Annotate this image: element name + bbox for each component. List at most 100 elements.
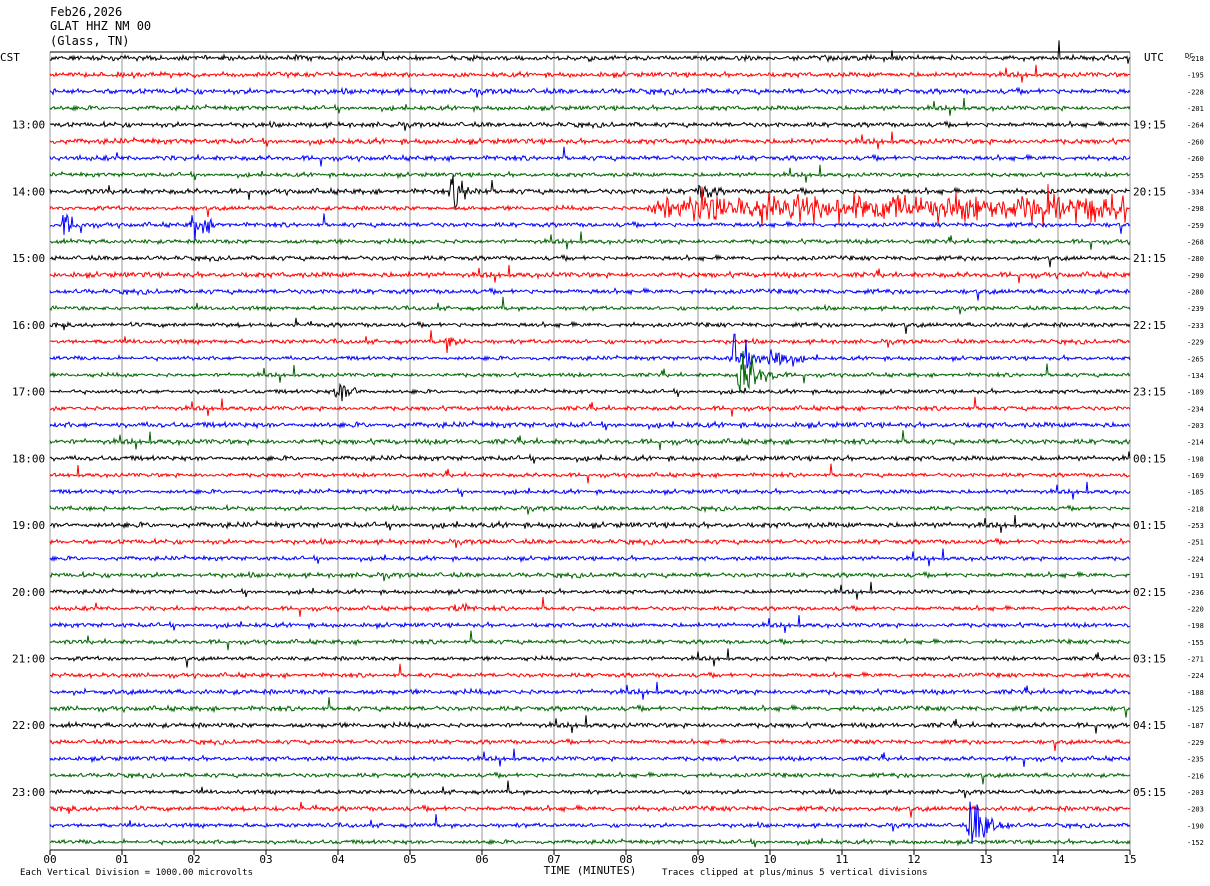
left-time-label: 22:00	[12, 719, 45, 732]
right-time-label: 21:15	[1133, 252, 1166, 265]
x-tick-label: 03	[259, 853, 272, 866]
x-tick-label: 12	[907, 853, 920, 866]
trace-row-36	[49, 648, 1131, 668]
right-time-label: 20:15	[1133, 185, 1166, 198]
dc-offset-label: -134	[1187, 372, 1204, 380]
trace-row-33	[49, 597, 1131, 617]
dc-offset-label: -203	[1187, 789, 1204, 797]
utc-axis-title: UTC	[1144, 51, 1164, 64]
x-tick-label: 11	[835, 853, 848, 866]
x-tick-label: 00	[43, 853, 56, 866]
trace-row-43	[49, 771, 1131, 785]
dc-offset-label: -191	[1187, 572, 1204, 580]
dc-offset-label: -260	[1187, 155, 1204, 163]
dc-offset-label: -280	[1187, 289, 1204, 297]
trace-row-27	[49, 503, 1130, 515]
trace-row-45	[49, 801, 1131, 818]
x-tick-label: 02	[187, 853, 200, 866]
dc-offset-label: -169	[1187, 472, 1204, 480]
left-time-label: 23:00	[12, 786, 45, 799]
x-tick-label: 04	[331, 853, 345, 866]
trace-row-38	[49, 681, 1131, 700]
trace-row-16	[49, 317, 1131, 334]
trace-row-11	[49, 231, 1131, 250]
trace-row-44	[49, 780, 1131, 799]
station-label: GLAT HHZ NM 00	[50, 19, 152, 33]
trace-row-42	[49, 748, 1131, 767]
right-time-label: 04:15	[1133, 719, 1166, 732]
dc-offset-label: -251	[1187, 539, 1204, 547]
dc-offset-label: -190	[1187, 822, 1204, 830]
dc-offset-label: -189	[1187, 389, 1204, 397]
dc-offset-label: -234	[1187, 405, 1204, 413]
dc-offset-label: -290	[1187, 272, 1204, 280]
trace-row-28	[49, 515, 1131, 533]
dc-offset-label: -239	[1187, 305, 1204, 313]
right-time-label: 00:15	[1133, 452, 1166, 465]
dc-offset-label: -224	[1187, 672, 1204, 680]
vertical-division-note: Each Vertical Division = 1000.00 microvo…	[20, 868, 253, 878]
trace-row-18	[49, 333, 1131, 369]
cst-axis-title: CST	[0, 51, 20, 64]
trace-row-21	[49, 396, 1131, 417]
left-time-label: 18:00	[12, 452, 45, 465]
trace-row-30	[49, 548, 1131, 567]
trace-row-7	[49, 164, 1131, 183]
dc-offset-label: -229	[1187, 339, 1204, 347]
dc-offset-label: -233	[1187, 322, 1204, 330]
trace-row-26	[49, 481, 1131, 500]
trace-row-41	[49, 737, 1131, 751]
left-time-label: 13:00	[12, 119, 45, 132]
dc-offset-label: -224	[1187, 555, 1204, 563]
trace-row-40	[49, 715, 1131, 734]
trace-row-35	[49, 630, 1131, 651]
left-time-label: 21:00	[12, 653, 45, 666]
dc-offset-label: -259	[1187, 222, 1204, 230]
dc-offset-label: -268	[1187, 238, 1204, 246]
trace-row-8	[49, 175, 1131, 211]
x-axis-title: TIME (MINUTES)	[544, 864, 637, 877]
trace-row-34	[49, 615, 1131, 633]
left-time-label: 20:00	[12, 586, 45, 599]
dc-offset-label: -198	[1187, 455, 1204, 463]
trace-row-4	[49, 119, 1131, 131]
left-time-label: 14:00	[12, 185, 45, 198]
trace-row-13	[49, 264, 1131, 284]
dc-offset-label: -280	[1187, 255, 1204, 263]
trace-row-32	[49, 581, 1131, 600]
right-time-label: 01:15	[1133, 519, 1166, 532]
clipping-note: Traces clipped at plus/minus 5 vertical …	[662, 868, 928, 878]
dc-offset-label: -253	[1187, 522, 1204, 530]
dc-offset-label: -195	[1187, 72, 1204, 80]
dc-offset-label: -229	[1187, 739, 1204, 747]
right-time-label: 05:15	[1133, 786, 1166, 799]
right-time-label: 19:15	[1133, 119, 1166, 132]
trace-row-29	[49, 536, 1131, 549]
dc-offset-label: -152	[1187, 839, 1204, 847]
dc-offset-label: -235	[1187, 756, 1204, 764]
left-time-label: 17:00	[12, 386, 45, 399]
trace-row-14	[49, 287, 1131, 301]
trace-row-24	[49, 451, 1131, 464]
dc-offset-label: -155	[1187, 639, 1204, 647]
x-tick-label: 06	[475, 853, 488, 866]
trace-row-22	[49, 419, 1131, 431]
left-time-label: 16:00	[12, 319, 45, 332]
left-time-label: 15:00	[12, 252, 45, 265]
trace-row-25	[49, 463, 1130, 484]
left-time-label: 19:00	[12, 519, 45, 532]
trace-row-20	[49, 382, 1131, 402]
dc-offset-label: -214	[1187, 439, 1204, 447]
dc-offset-label: -260	[1187, 138, 1204, 146]
trace-row-12	[49, 253, 1131, 268]
date-label: Feb26,2026	[50, 5, 123, 19]
dc-offset-label: -216	[1187, 772, 1204, 780]
x-tick-label: 09	[691, 853, 704, 866]
x-tick-label: 10	[763, 853, 776, 866]
trace-row-1	[49, 64, 1131, 83]
location-label: (Glass, TN)	[50, 34, 130, 48]
dc-offset-label: -220	[1187, 605, 1204, 613]
trace-row-39	[49, 697, 1131, 718]
x-tick-label: 15	[1123, 853, 1136, 866]
trace-row-3	[49, 98, 1131, 116]
